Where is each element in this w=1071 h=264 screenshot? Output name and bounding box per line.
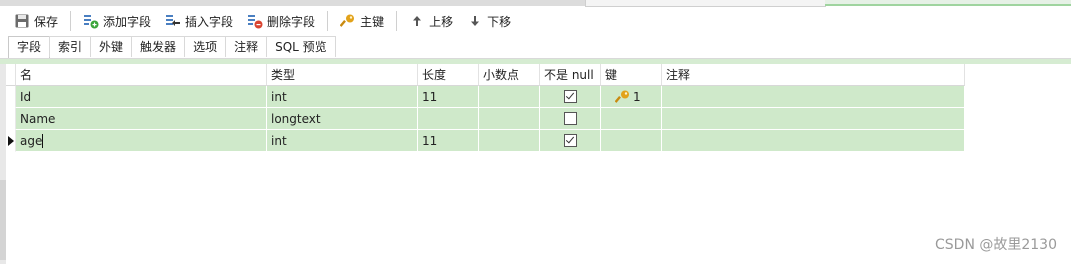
field-name-cell[interactable]: age [16, 130, 267, 152]
delete-field-icon [247, 13, 263, 29]
field-decimals-cell[interactable] [479, 130, 540, 152]
field-length-cell[interactable]: 11 [418, 86, 479, 108]
table-row[interactable]: age int 11 [6, 130, 965, 152]
fields-grid: 名 类型 长度 小数点 不是 null 键 注释 Id int 11 1 Nam… [6, 64, 965, 152]
field-decimals-cell[interactable] [479, 108, 540, 130]
floppy-disk-icon [14, 13, 30, 29]
row-indicator [6, 130, 16, 152]
toolbar: 保存 添加字段 插入字段 删除字段 主键 上移 下移 [0, 8, 1071, 34]
delete-field-label: 删除字段 [267, 14, 316, 29]
key-cell[interactable] [601, 108, 662, 130]
delete-field-button[interactable]: 删除字段 [243, 10, 319, 32]
toolbar-separator [70, 11, 72, 31]
row-indicator [6, 86, 16, 108]
insert-field-button[interactable]: 插入字段 [161, 10, 237, 32]
row-indicator [6, 108, 16, 130]
insert-field-label: 插入字段 [185, 14, 234, 29]
tab-bar: 字段 索引 外键 触发器 选项 注释 SQL 预览 [8, 36, 336, 58]
toolbar-separator [327, 11, 329, 31]
move-up-label: 上移 [429, 14, 454, 29]
primary-key-button[interactable]: 主键 [336, 10, 388, 32]
tab-foreign-keys[interactable]: 外键 [90, 36, 133, 57]
primary-key-icon [615, 89, 631, 105]
not-null-checkbox[interactable] [564, 112, 577, 125]
field-comment-cell[interactable] [662, 86, 965, 108]
header-comment[interactable]: 注释 [662, 64, 965, 86]
field-decimals-cell[interactable] [479, 86, 540, 108]
key-cell[interactable]: 1 [601, 86, 662, 108]
field-type-cell[interactable]: int [267, 86, 418, 108]
field-comment-cell[interactable] [662, 130, 965, 152]
tab-sql-preview[interactable]: SQL 预览 [266, 36, 336, 57]
tab-fields[interactable]: 字段 [8, 36, 51, 58]
header-name[interactable]: 名 [16, 64, 267, 86]
header-length[interactable]: 长度 [418, 64, 479, 86]
watermark: CSDN @故里2130 [935, 237, 1057, 253]
field-length-cell[interactable] [418, 108, 479, 130]
save-button[interactable]: 保存 [10, 10, 62, 32]
left-gutter-shade [0, 180, 6, 260]
current-row-arrow-icon [8, 136, 14, 146]
add-field-icon [83, 13, 99, 29]
arrow-down-icon [467, 13, 483, 29]
save-label: 保存 [34, 14, 59, 29]
not-null-cell[interactable] [540, 130, 601, 152]
grid-header-row: 名 类型 长度 小数点 不是 null 键 注释 [6, 64, 965, 86]
add-field-button[interactable]: 添加字段 [79, 10, 155, 32]
arrow-up-icon [409, 13, 425, 29]
tab-indexes[interactable]: 索引 [49, 36, 92, 57]
insert-field-icon [165, 13, 181, 29]
top-strip-left [0, 0, 585, 6]
table-row[interactable]: Id int 11 1 [6, 86, 965, 108]
top-strip-right [825, 0, 1071, 6]
tab-comment[interactable]: 注释 [225, 36, 268, 57]
field-name-value[interactable]: age [20, 134, 42, 148]
move-down-label: 下移 [487, 14, 512, 29]
not-null-checkbox[interactable] [564, 90, 577, 103]
field-type-cell[interactable]: longtext [267, 108, 418, 130]
not-null-checkbox[interactable] [564, 134, 577, 147]
tab-triggers[interactable]: 触发器 [131, 36, 186, 57]
primary-key-label: 主键 [360, 14, 385, 29]
window-top-strip [0, 0, 1071, 7]
field-name-cell[interactable]: Name [16, 108, 267, 130]
table-row[interactable]: Name longtext [6, 108, 965, 130]
not-null-cell[interactable] [540, 86, 601, 108]
top-strip-tab [585, 0, 826, 7]
key-order: 1 [633, 89, 641, 104]
tab-options[interactable]: 选项 [184, 36, 227, 57]
header-indicator [6, 64, 16, 86]
field-name-cell[interactable]: Id [16, 86, 267, 108]
header-type[interactable]: 类型 [267, 64, 418, 86]
field-type-cell[interactable]: int [267, 130, 418, 152]
text-cursor [42, 133, 44, 148]
field-length-cell[interactable]: 11 [418, 130, 479, 152]
key-icon [340, 13, 356, 29]
move-up-button[interactable]: 上移 [405, 10, 457, 32]
key-cell[interactable] [601, 130, 662, 152]
not-null-cell[interactable] [540, 108, 601, 130]
field-comment-cell[interactable] [662, 108, 965, 130]
move-down-button[interactable]: 下移 [463, 10, 515, 32]
toolbar-separator [396, 11, 398, 31]
header-not-null[interactable]: 不是 null [540, 64, 601, 86]
header-key[interactable]: 键 [601, 64, 662, 86]
add-field-label: 添加字段 [103, 14, 152, 29]
header-decimals[interactable]: 小数点 [479, 64, 540, 86]
